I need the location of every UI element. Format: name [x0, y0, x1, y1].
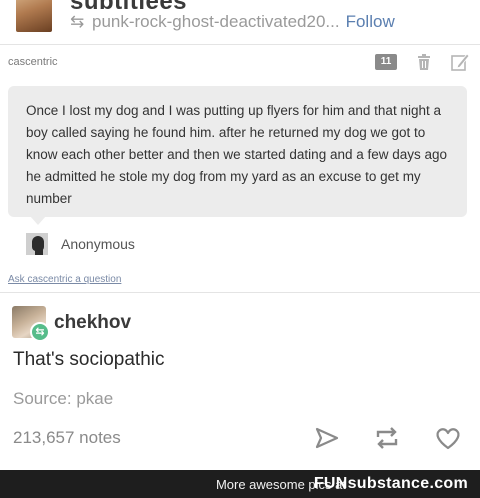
edit-icon[interactable]: [450, 52, 470, 72]
divider: [0, 292, 480, 293]
watermark-bar: More awesome pics at FUNsubstance.com: [0, 470, 480, 498]
reblog-header: subtitlees ⇆ punk-rock-ghost-deactivated2…: [0, 0, 480, 44]
divider: [0, 44, 480, 45]
heart-icon[interactable]: [433, 424, 463, 452]
notes-count[interactable]: 213,657 notes: [13, 428, 121, 448]
reblog-badge-icon: ⇆: [30, 322, 50, 342]
ask-bubble: Once I lost my dog and I was putting up …: [8, 86, 467, 217]
trash-icon[interactable]: [414, 52, 434, 72]
blog-avatar[interactable]: [16, 0, 52, 32]
reply-text: That's sociopathic: [13, 349, 165, 370]
ask-question-link[interactable]: Ask cascentric a question: [8, 274, 121, 285]
reblogged-from-line: ⇆ punk-rock-ghost-deactivated20... Follow: [70, 12, 395, 32]
ask-bubble-tail: [30, 216, 46, 225]
reblogged-from-blog[interactable]: punk-rock-ghost-deactivated20...: [92, 12, 340, 31]
source-line: Source: pkae: [13, 389, 113, 409]
reblog-icon[interactable]: [372, 424, 402, 452]
follow-button[interactable]: Follow: [346, 12, 395, 31]
share-icon[interactable]: [313, 424, 341, 452]
reply-username[interactable]: chekhov: [54, 312, 131, 334]
ask-text: Once I lost my dog and I was putting up …: [26, 103, 448, 206]
count-badge: 11: [375, 54, 397, 70]
reblog-small-icon: ⇆: [70, 12, 85, 31]
asker-name: Anonymous: [61, 236, 135, 252]
post-author[interactable]: cascentric: [8, 56, 58, 68]
watermark-brand: FUNsubstance.com: [313, 475, 468, 492]
source-link[interactable]: pkae: [76, 389, 113, 408]
source-label: Source:: [13, 389, 72, 408]
anonymous-avatar-icon: [26, 233, 48, 255]
